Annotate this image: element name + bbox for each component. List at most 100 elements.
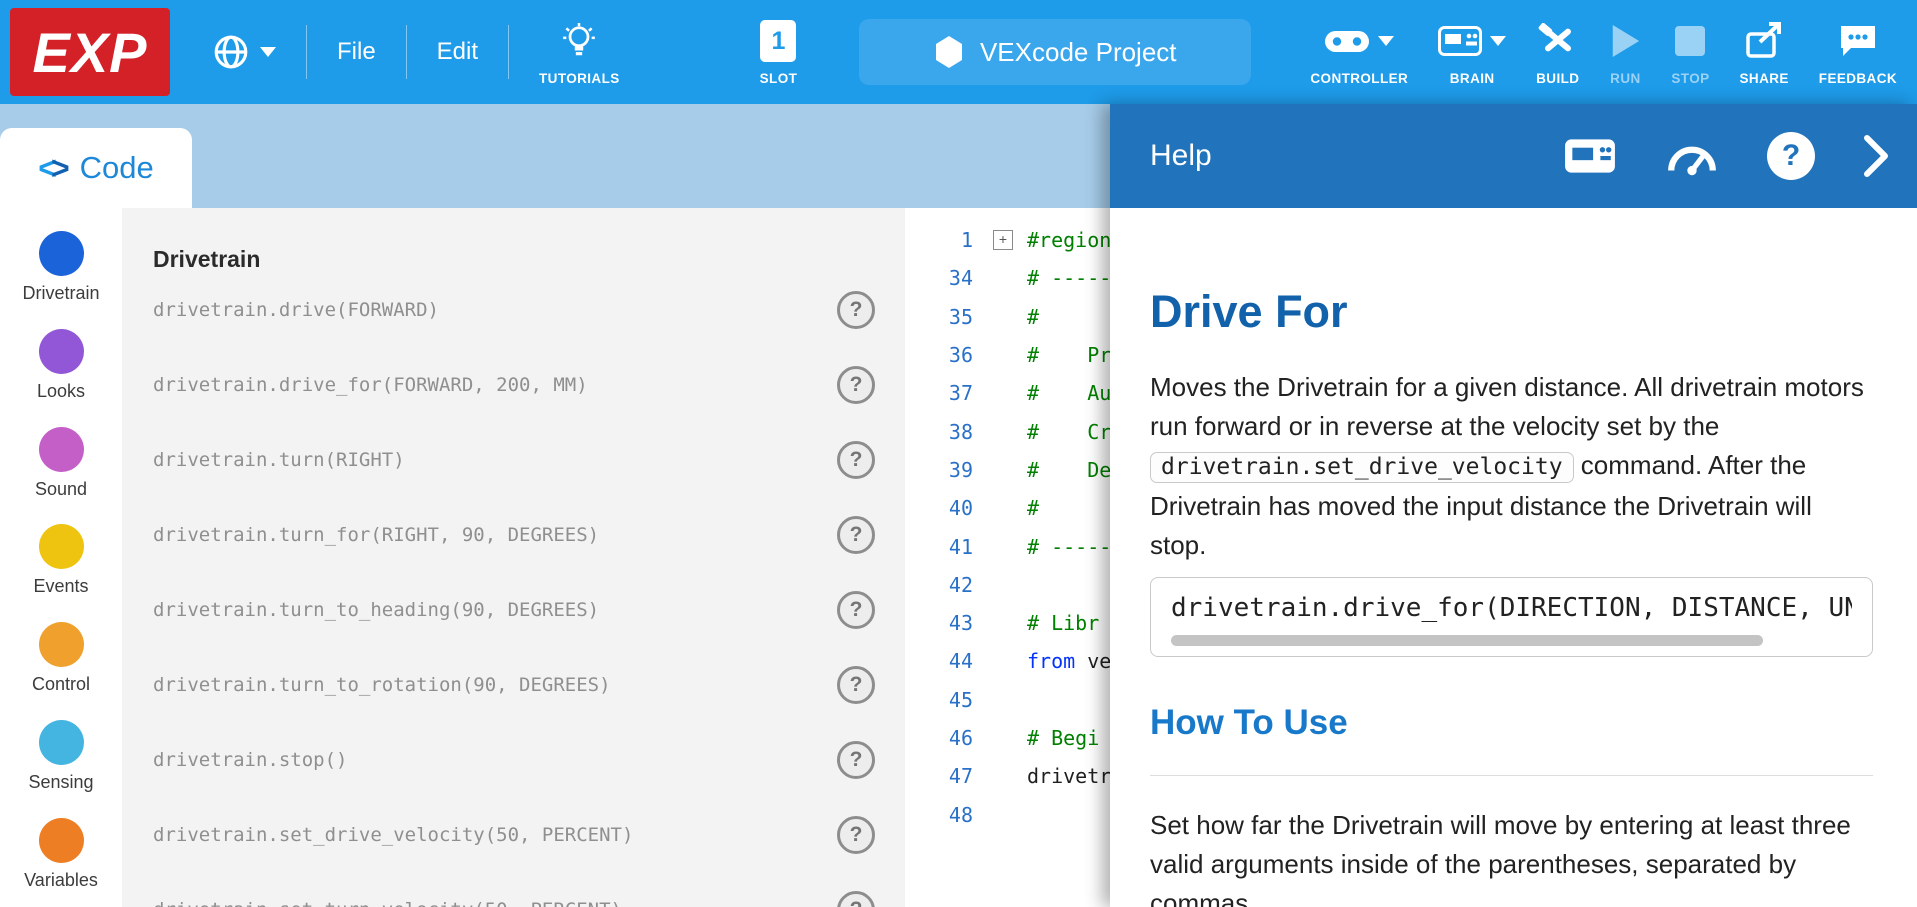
share-button[interactable]: SHARE — [1740, 18, 1789, 86]
command-text[interactable]: drivetrain.stop() — [153, 749, 347, 771]
close-panel-chevron-icon[interactable] — [1863, 134, 1889, 178]
brain-button[interactable]: BRAIN — [1438, 18, 1506, 86]
chevron-down-icon — [260, 47, 276, 57]
command-help-button[interactable]: ? — [837, 741, 875, 779]
chevron-down-icon — [1378, 36, 1394, 46]
code-tab-label: Code — [80, 150, 154, 186]
command-text[interactable]: drivetrain.turn(RIGHT) — [153, 449, 405, 471]
line-number: 45 — [905, 688, 983, 712]
share-label: SHARE — [1740, 71, 1789, 86]
help-icon[interactable]: ? — [1767, 132, 1815, 180]
slot-button[interactable]: 1 SLOT — [760, 18, 798, 86]
feedback-button[interactable]: FEEDBACK — [1819, 18, 1897, 86]
tutorials-button[interactable]: TUTORIALS — [539, 18, 620, 86]
hexagon-icon — [934, 35, 964, 69]
vexcode-app: EXP File Edit TUTORIALS 1 SLOT VEXcode P… — [0, 0, 1917, 907]
run-button[interactable]: RUN — [1609, 18, 1641, 86]
project-name-button[interactable]: VEXcode Project — [859, 19, 1251, 85]
category-label: Looks — [0, 381, 122, 402]
chevron-down-icon — [1490, 36, 1506, 46]
category-variables-icon — [39, 818, 84, 863]
command-row: drivetrain.stop()? — [122, 722, 905, 797]
category-label: Sound — [0, 479, 122, 500]
category-events-icon — [39, 524, 84, 569]
slot-label: SLOT — [760, 71, 798, 86]
line-number: 44 — [905, 649, 983, 673]
lightbulb-icon — [561, 22, 597, 60]
command-help-button[interactable]: ? — [837, 366, 875, 404]
command-help-button[interactable]: ? — [837, 591, 875, 629]
category-sound[interactable]: Sound — [0, 427, 122, 500]
brain-label: BRAIN — [1450, 71, 1495, 86]
category-sidebar: Drivetrain Looks Sound Events Control Se… — [0, 208, 122, 907]
run-label: RUN — [1610, 71, 1640, 86]
stop-label: STOP — [1671, 71, 1709, 86]
category-drivetrain[interactable]: Drivetrain — [0, 231, 122, 304]
command-help-button[interactable]: ? — [837, 516, 875, 554]
command-row: drivetrain.turn(RIGHT)? — [122, 422, 905, 497]
help-content: Drive For Moves the Drivetrain for a giv… — [1110, 208, 1917, 907]
category-label: Events — [0, 576, 122, 597]
file-menu[interactable]: File — [337, 38, 376, 66]
command-row: drivetrain.drive_for(FORWARD, 200, MM)? — [122, 347, 905, 422]
controller-button[interactable]: CONTROLLER — [1310, 18, 1408, 86]
toolbar-divider — [306, 25, 307, 79]
feedback-bubble-icon — [1838, 23, 1878, 59]
logo-text: EXP — [32, 20, 147, 85]
command-row: drivetrain.set_turn_velocity(50, PERCENT… — [122, 872, 905, 907]
section-divider — [1150, 775, 1873, 776]
category-label: Drivetrain — [0, 283, 122, 304]
how-to-use-text: Set how far the Drivetrain will move by … — [1150, 806, 1873, 907]
line-number: 41 — [905, 535, 983, 559]
language-selector[interactable] — [212, 33, 276, 71]
feedback-label: FEEDBACK — [1819, 71, 1897, 86]
command-text[interactable]: drivetrain.turn_to_heading(90, DEGREES) — [153, 599, 599, 621]
horizontal-scrollbar-thumb[interactable] — [1171, 635, 1763, 646]
line-number: 35 — [905, 305, 983, 329]
build-button[interactable]: BUILD — [1536, 18, 1579, 86]
category-label: Sensing — [0, 772, 122, 793]
command-help-button[interactable]: ? — [837, 291, 875, 329]
command-row: drivetrain.set_drive_velocity(50, PERCEN… — [122, 797, 905, 872]
command-help-button[interactable]: ? — [837, 441, 875, 479]
controller-icon — [1324, 26, 1370, 56]
help-panel-header: Help ? — [1110, 104, 1917, 208]
line-number: 48 — [905, 803, 983, 827]
command-text[interactable]: drivetrain.set_turn_velocity(50, PERCENT… — [153, 899, 622, 907]
category-label: Control — [0, 674, 122, 695]
globe-icon — [212, 33, 250, 71]
category-events[interactable]: Events — [0, 524, 122, 597]
command-text[interactable]: drivetrain.drive_for(FORWARD, 200, MM) — [153, 374, 588, 396]
gauge-icon[interactable] — [1665, 135, 1719, 177]
command-text[interactable]: drivetrain.turn_for(RIGHT, 90, DEGREES) — [153, 524, 599, 546]
command-row: drivetrain.drive(FORWARD)? — [122, 272, 905, 347]
code-brackets-icon: <> — [38, 150, 69, 187]
project-title: VEXcode Project — [980, 37, 1177, 68]
category-control[interactable]: Control — [0, 622, 122, 695]
category-variables[interactable]: Variables — [0, 818, 122, 891]
fold-expand-icon[interactable]: + — [993, 230, 1013, 250]
command-help-button[interactable]: ? — [837, 816, 875, 854]
edit-menu[interactable]: Edit — [437, 38, 478, 66]
stop-button[interactable]: STOP — [1671, 18, 1709, 86]
command-text[interactable]: drivetrain.set_drive_velocity(50, PERCEN… — [153, 824, 633, 846]
category-label: Variables — [0, 870, 122, 891]
tab-code[interactable]: <> Code — [0, 128, 192, 208]
line-number: 39 — [905, 458, 983, 482]
line-number: 38 — [905, 420, 983, 444]
command-text[interactable]: drivetrain.turn_to_rotation(90, DEGREES) — [153, 674, 611, 696]
command-help-button[interactable]: ? — [837, 666, 875, 704]
brain-device-icon[interactable] — [1563, 135, 1617, 177]
command-text[interactable]: drivetrain.drive(FORWARD) — [153, 299, 439, 321]
category-looks[interactable]: Looks — [0, 329, 122, 402]
top-toolbar: EXP File Edit TUTORIALS 1 SLOT VEXcode P… — [0, 0, 1917, 104]
command-help-button[interactable]: ? — [837, 891, 875, 907]
category-control-icon — [39, 622, 84, 667]
category-sound-icon — [39, 427, 84, 472]
command-row: drivetrain.turn_for(RIGHT, 90, DEGREES)? — [122, 497, 905, 572]
toolbar-divider — [508, 25, 509, 79]
category-sensing[interactable]: Sensing — [0, 720, 122, 793]
category-sensing-icon — [39, 720, 84, 765]
play-icon — [1609, 23, 1641, 59]
command-row: drivetrain.turn_to_rotation(90, DEGREES)… — [122, 647, 905, 722]
